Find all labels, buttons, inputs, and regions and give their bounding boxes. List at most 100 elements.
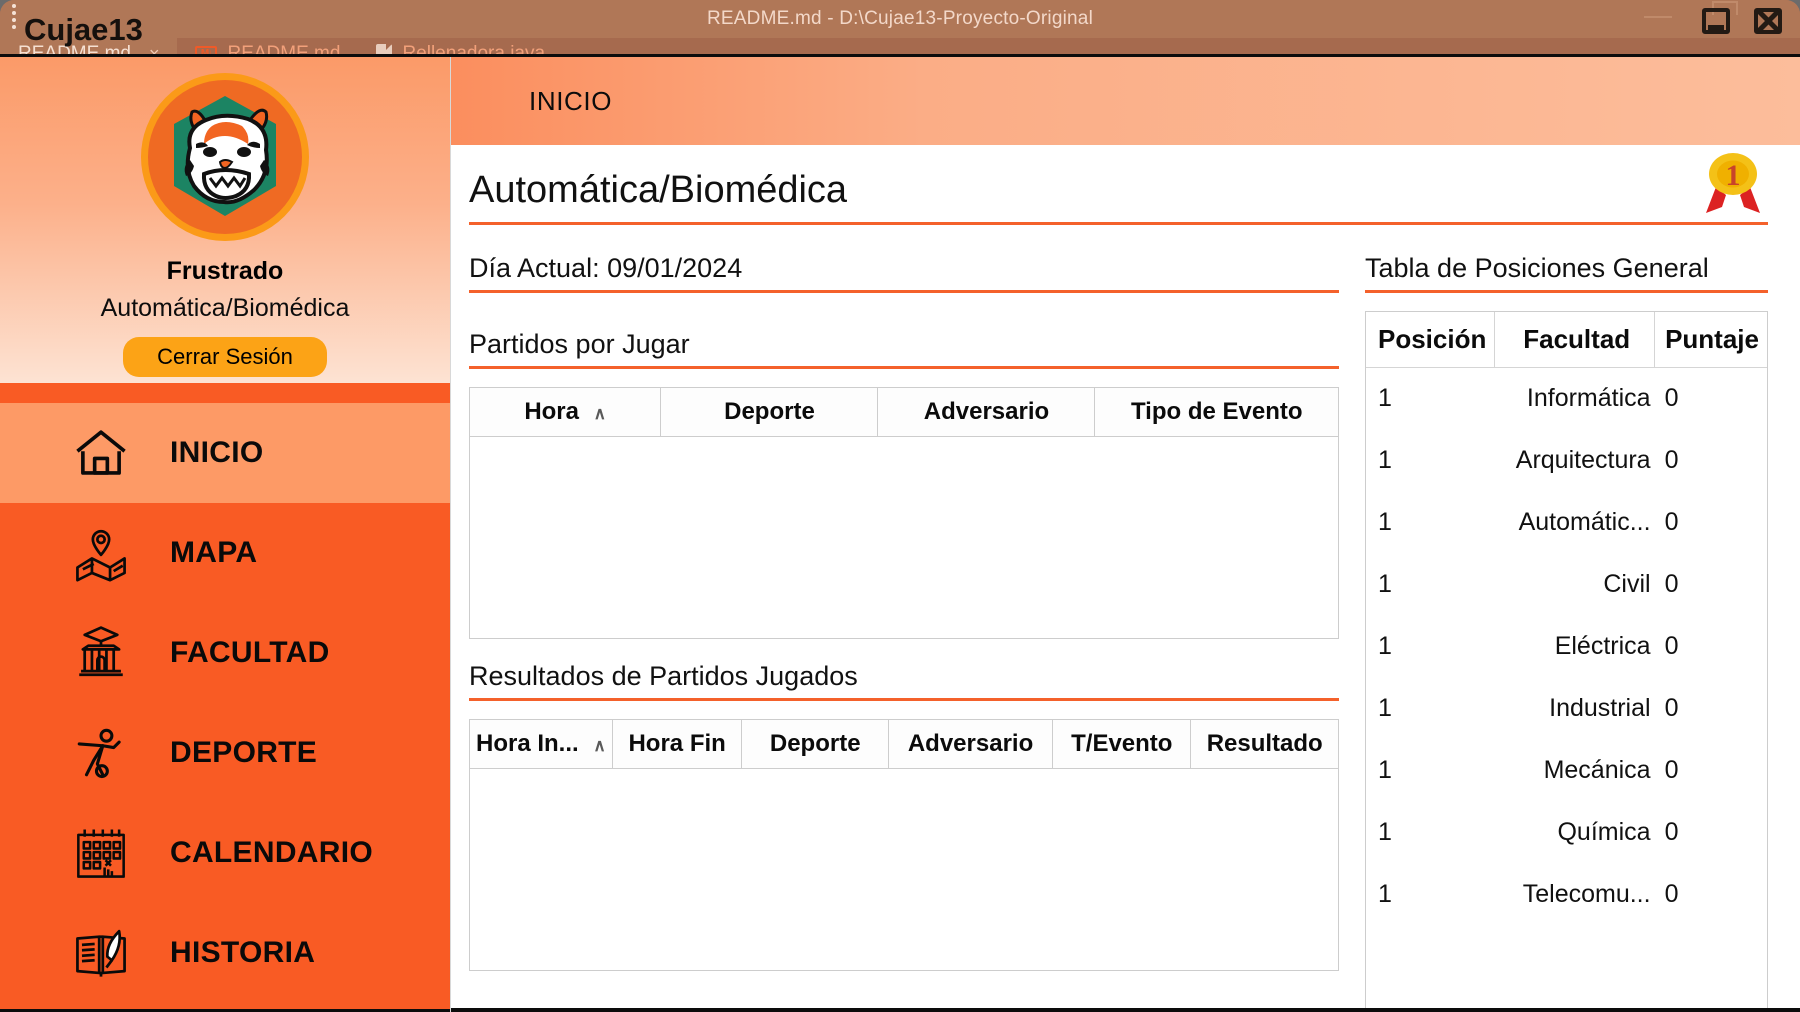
sidebar-item-historia[interactable]: HISTORIA [0,903,450,1003]
column-header-deporte[interactable]: Deporte [741,720,889,769]
tiger-logo-icon [141,73,309,241]
table-row[interactable]: 1 Industrial 0 [1366,678,1767,740]
cell-facultad: Informática [1526,384,1651,413]
cell-puntaje: 0 [1664,570,1679,598]
results-rule [469,698,1339,701]
sidebar-item-inicio[interactable]: INICIO [0,403,450,503]
desktop-background: README.md - D:\Cujae13-Proyecto-Original… [0,0,1800,1012]
column-header-puntaje[interactable]: Puntaje [1654,312,1767,368]
content-topbar: INICIO [451,57,1800,145]
standings-rule [1365,290,1768,293]
column-header-facultad[interactable]: Facultad [1494,312,1656,368]
cell-posicion: 1 [1378,508,1392,536]
logout-button[interactable]: Cerrar Sesión [123,337,327,377]
results-empty-body[interactable] [470,769,1338,970]
results-header-table: Hora In... ∧ Hora Fin Deporte Adversario… [470,720,1338,769]
tiger-logo-svg [174,96,276,216]
cujae13-app-window: Frustrado Automática/Biomédica Cerrar Se… [0,54,1800,1012]
sidebar-item-facultad[interactable]: FACULTAD [0,603,450,703]
cell-posicion: 1 [1378,384,1392,413]
cell-facultad: Telecomu... [1522,880,1651,908]
table-row[interactable]: 1 Eléctrica 0 [1366,616,1767,678]
medal-svg: 1 [1706,153,1760,213]
current-day-label: Día Actual: 09/01/2024 [469,253,743,283]
sidebar-item-label: CALENDARIO [170,836,373,869]
app-name-overlay: Cujae13 [24,12,143,47]
cell-puntaje: 0 [1664,818,1679,846]
profile-name: Frustrado [166,257,284,285]
main-content: INICIO Automática/Biomédica 1 Día Actual… [450,57,1800,1012]
table-row[interactable]: 1 Telecomu... 0 [1366,864,1767,926]
column-header-hora-fin[interactable]: Hora Fin [612,720,743,769]
sidebar-profile-panel: Frustrado Automática/Biomédica Cerrar Se… [0,57,450,383]
sidebar-item-label: INICIO [170,436,264,469]
calendar-icon [70,822,132,884]
minimize-icon[interactable] [1700,4,1734,34]
sidebar-item-label: FACULTAD [170,636,330,669]
cell-facultad: Química [1557,818,1651,846]
column-header-resultado[interactable]: Resultado [1190,720,1338,769]
map-icon [70,522,132,584]
current-day-rule [469,290,1339,293]
table-row[interactable]: 1 Automátic... 0 [1366,492,1767,554]
university-icon [70,622,132,684]
sort-ascending-icon: ∧ [593,404,607,423]
cell-puntaje: 0 [1664,446,1679,474]
window-bottom-rule [451,1008,1800,1012]
restore-line-hint-icon [1644,16,1672,18]
background-window-titlebar: README.md - D:\Cujae13-Proyecto-Original [0,0,1800,38]
cell-posicion: 1 [1378,880,1392,908]
cell-facultad: Industrial [1549,694,1651,722]
results-block: Resultados de Partidos Jugados Hora In..… [469,661,1339,971]
table-row[interactable]: 1 Química 0 [1366,802,1767,864]
standings-table[interactable]: Posición Facultad Puntaje 1 Informática 0 1… [1365,311,1768,1012]
sidebar-item-label: DEPORTE [170,736,318,769]
column-header-posicion[interactable]: Posición [1366,312,1496,368]
results-table[interactable]: Hora In... ∧ Hora Fin Deporte Adversario… [469,719,1339,971]
left-column: Día Actual: 09/01/2024 Partidos por Juga… [469,253,1339,1012]
sidebar-item-calendario[interactable]: CALENDARIO [0,803,450,903]
content-columns: Día Actual: 09/01/2024 Partidos por Juga… [469,253,1768,1012]
page-title: Automática/Biomédica [469,169,848,211]
upcoming-matches-rule [469,366,1339,369]
cell-facultad: Arquitectura [1515,446,1651,474]
kebab-menu-icon[interactable] [12,4,16,29]
cell-posicion: 1 [1378,694,1392,722]
table-row[interactable]: 1 Informática 0 [1366,368,1767,430]
cell-posicion: 1 [1378,756,1392,784]
cell-puntaje: 0 [1664,694,1679,722]
column-header-deporte[interactable]: Deporte [660,388,879,437]
sidebar-item-deporte[interactable]: DEPORTE [0,703,450,803]
breadcrumb: INICIO [529,85,613,116]
upcoming-matches-label: Partidos por Jugar [469,329,690,359]
upcoming-matches-empty-body[interactable] [470,437,1338,638]
current-day-block: Día Actual: 09/01/2024 [469,253,1339,311]
cell-puntaje: 0 [1664,880,1679,908]
close-icon[interactable] [1752,4,1786,34]
upcoming-matches-table[interactable]: Hora ∧ Deporte Adversario Tipo de Evento [469,387,1339,639]
column-label: Hora [524,398,579,425]
column-header-adversario[interactable]: Adversario [877,388,1096,437]
table-row[interactable]: 1 Arquitectura 0 [1366,430,1767,492]
sidebar-item-mapa[interactable]: MAPA [0,503,450,603]
column-header-tipo-evento[interactable]: Tipo de Evento [1094,388,1338,437]
home-icon [70,422,132,484]
sidebar-divider [0,383,450,403]
table-row[interactable]: 1 Civil 0 [1366,554,1767,616]
column-header-adversario[interactable]: Adversario [888,720,1054,769]
column-header-hora[interactable]: Hora ∧ [470,388,662,437]
page-title-row: Automática/Biomédica 1 [469,153,1768,233]
soccer-player-icon [70,722,132,784]
profile-faculty: Automática/Biomédica [100,294,350,322]
sort-ascending-icon: ∧ [593,736,606,755]
table-row[interactable]: 1 Mecánica 0 [1366,740,1767,802]
standings-table-grid: Posición Facultad Puntaje 1 Informática 0 1… [1366,312,1767,926]
window-controls[interactable] [1700,4,1786,34]
standings-body: 1 Informática 0 1 Arquitectura 0 1 Automátic...… [1366,368,1767,926]
column-header-tipo-evento[interactable]: T/Evento [1052,720,1192,769]
column-header-hora-inicio[interactable]: Hora In... ∧ [470,720,613,769]
sidebar-item-label: HISTORIA [170,936,316,969]
table-header-row: Hora ∧ Deporte Adversario Tipo de Evento [470,388,1338,437]
sidebar-nav: INICIO MAPA FACULTAD DEPORTE CALENDARIO … [0,403,450,1003]
standings-label: Tabla de Posiciones General [1365,253,1709,283]
